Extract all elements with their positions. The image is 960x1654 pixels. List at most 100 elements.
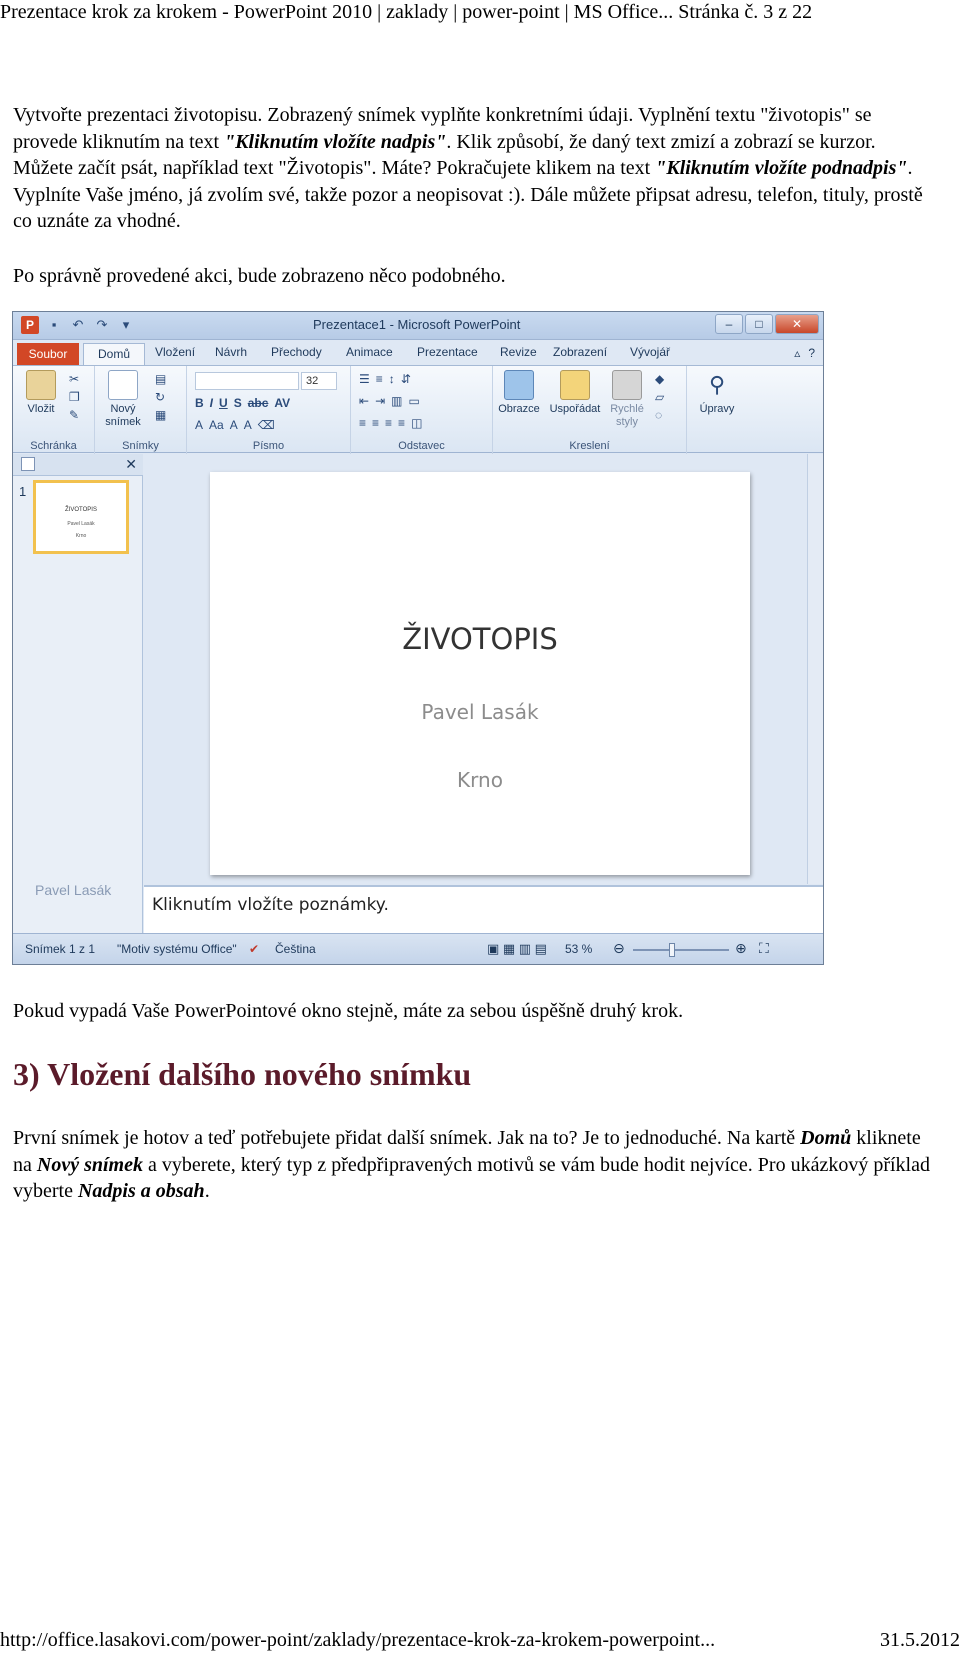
tab-design[interactable]: Návrh	[215, 345, 247, 359]
tab-slideshow[interactable]: Prezentace	[417, 345, 478, 359]
cut-icon[interactable]: ✂	[69, 372, 80, 386]
status-language[interactable]: Čeština	[275, 942, 316, 956]
new-slide-button[interactable]: Nový snímek	[101, 370, 145, 429]
intro-paragraph: Vytvořte prezentaci životopisu. Zobrazen…	[13, 102, 933, 235]
pane-close-icon[interactable]: ✕	[125, 456, 137, 473]
text-direction-icon[interactable]: ⇵	[401, 372, 411, 386]
slide-subtitle-name[interactable]: Pavel Lasák	[210, 700, 750, 724]
slide-subtitle-city[interactable]: Krno	[210, 768, 750, 792]
spelling-icon[interactable]: ✔	[249, 942, 259, 956]
tab-animations[interactable]: Animace	[346, 345, 393, 359]
font-size-combo[interactable]: 32	[301, 372, 337, 390]
quick-styles-button[interactable]: Rychlé styly	[605, 370, 649, 429]
section-icon[interactable]: ▦	[155, 408, 166, 422]
maximize-icon[interactable]: □	[745, 314, 773, 334]
quick-styles-label-2: styly	[616, 416, 638, 428]
slide-title[interactable]: ŽIVOTOPIS	[210, 622, 750, 656]
new-slide-label-1: Nový	[110, 403, 136, 415]
shrink-font-icon[interactable]: A	[244, 418, 252, 432]
align-left-icon[interactable]: ≡	[359, 416, 366, 430]
arrange-button[interactable]: Uspořádat	[547, 370, 603, 416]
tab-home[interactable]: Domů	[83, 343, 145, 366]
paragraph-row-3: ≡ ≡ ≡ ≡ ◫	[359, 416, 422, 430]
bullets-icon[interactable]: ☰	[359, 372, 370, 386]
workspace: ✕ 1 ŽIVOTOPIS Pavel Lasák Krno Pavel Las…	[13, 454, 823, 933]
notes-placeholder[interactable]: Kliknutím vložíte poznámky.	[152, 895, 389, 915]
align-right-icon[interactable]: ≡	[385, 416, 392, 430]
reset-icon[interactable]: ↻	[155, 390, 166, 404]
zoom-slider[interactable]	[633, 943, 729, 957]
zoom-in-icon[interactable]: ⊕	[735, 940, 747, 957]
tab-file[interactable]: Soubor	[17, 343, 79, 365]
shape-outline-icon[interactable]: ▱	[655, 390, 664, 404]
clear-formatting-icon[interactable]: ⌫	[258, 418, 275, 432]
slides-tab-icon[interactable]	[21, 457, 35, 471]
arrange-label: Uspořádat	[549, 403, 601, 415]
slides-pane: ✕ 1 ŽIVOTOPIS Pavel Lasák Krno Pavel Las…	[13, 454, 143, 933]
italic-icon[interactable]: I	[210, 396, 213, 410]
vertical-scrollbar[interactable]	[807, 454, 823, 884]
slide-canvas: ŽIVOTOPIS Pavel Lasák Krno	[144, 454, 823, 884]
change-case-icon[interactable]: Aa	[209, 418, 224, 432]
tab-insert[interactable]: Vložení	[155, 345, 195, 359]
intro-emphasis-subtitle: "Kliknutím vložíte podnadpis"	[655, 157, 908, 179]
drawing-small-buttons: ◆ ▱ ◌	[655, 372, 664, 422]
slide-thumbnail[interactable]: ŽIVOTOPIS Pavel Lasák Krno	[33, 480, 129, 554]
status-theme[interactable]: "Motiv systému Office"	[117, 942, 237, 956]
close-icon[interactable]: ✕	[775, 314, 819, 334]
zoom-percent[interactable]: 53 %	[565, 942, 592, 956]
smartart-icon[interactable]: ◫	[411, 416, 422, 430]
fit-to-window-icon[interactable]: ⛶	[759, 940, 769, 957]
notes-pane[interactable]: Kliknutím vložíte poznámky.	[144, 885, 823, 933]
save-icon[interactable]: ▪	[45, 316, 63, 334]
section-emphasis-home: Domů	[800, 1127, 852, 1149]
minimize-icon[interactable]: –	[715, 314, 743, 334]
arrange-icon	[560, 370, 590, 400]
undo-icon[interactable]: ↶	[69, 316, 87, 334]
align-text-icon[interactable]: ▭	[408, 394, 419, 408]
slides-small-buttons: ▤ ↻ ▦	[155, 372, 166, 422]
font-name-combo[interactable]	[195, 372, 299, 390]
editing-label: Úpravy	[699, 403, 735, 415]
shapes-button[interactable]: Obrazce	[497, 370, 541, 416]
editing-button[interactable]: ⚲ Úpravy	[695, 370, 739, 416]
numbering-icon[interactable]: ≡	[376, 372, 383, 386]
align-center-icon[interactable]: ≡	[372, 416, 379, 430]
group-paragraph: ☰ ≡ ↕ ⇵ ⇤ ⇥ ▥ ▭ ≡ ≡ ≡ ≡ ◫ Odstavec	[351, 366, 493, 454]
line-spacing-icon[interactable]: ↕	[389, 372, 395, 386]
font-color-icon[interactable]: A	[195, 418, 203, 432]
bold-icon[interactable]: B	[195, 396, 204, 410]
slides-pane-header: ✕	[13, 454, 143, 476]
shape-fill-icon[interactable]: ◆	[655, 372, 664, 386]
increase-indent-icon[interactable]: ⇥	[375, 394, 385, 408]
grow-font-icon[interactable]: A	[230, 418, 238, 432]
underline-icon[interactable]: U	[219, 396, 228, 410]
view-buttons[interactable]: ▣ ▦ ▥ ▤	[487, 941, 547, 957]
zoom-slider-knob[interactable]	[669, 943, 675, 957]
columns-icon[interactable]: ▥	[391, 394, 402, 408]
character-spacing-icon[interactable]: AV	[274, 396, 290, 410]
paste-button[interactable]: Vložit	[19, 370, 63, 416]
redo-icon[interactable]: ↷	[93, 316, 111, 334]
customize-qat-icon[interactable]: ▾	[117, 316, 135, 334]
zoom-out-icon[interactable]: ⊖	[613, 940, 625, 957]
justify-icon[interactable]: ≡	[398, 416, 405, 430]
layout-icon[interactable]: ▤	[155, 372, 166, 386]
tab-review[interactable]: Revize	[500, 345, 537, 359]
page-header: Prezentace krok za krokem - PowerPoint 2…	[0, 0, 960, 26]
minimize-ribbon-icon[interactable]: ▵	[794, 346, 800, 360]
strikethrough-icon[interactable]: abc	[248, 396, 269, 410]
decrease-indent-icon[interactable]: ⇤	[359, 394, 369, 408]
help-icon[interactable]: ?	[808, 346, 815, 360]
tab-transitions[interactable]: Přechody	[271, 345, 322, 359]
copy-icon[interactable]: ❐	[69, 390, 80, 404]
shape-effects-icon[interactable]: ◌	[655, 408, 664, 422]
shadow-icon[interactable]: S	[234, 396, 242, 410]
format-painter-icon[interactable]: ✎	[69, 408, 80, 422]
ribbon-corner-icons: ▵ ?	[794, 346, 815, 360]
tab-view[interactable]: Zobrazení	[553, 345, 607, 359]
slide[interactable]: ŽIVOTOPIS Pavel Lasák Krno	[210, 472, 750, 875]
group-drawing: Obrazce Uspořádat Rychlé styly ◆ ▱ ◌ Kre…	[493, 366, 687, 454]
footer-url[interactable]: http://office.lasakovi.com/power-point/z…	[0, 1628, 715, 1654]
tab-developer[interactable]: Vývojář	[630, 345, 670, 359]
